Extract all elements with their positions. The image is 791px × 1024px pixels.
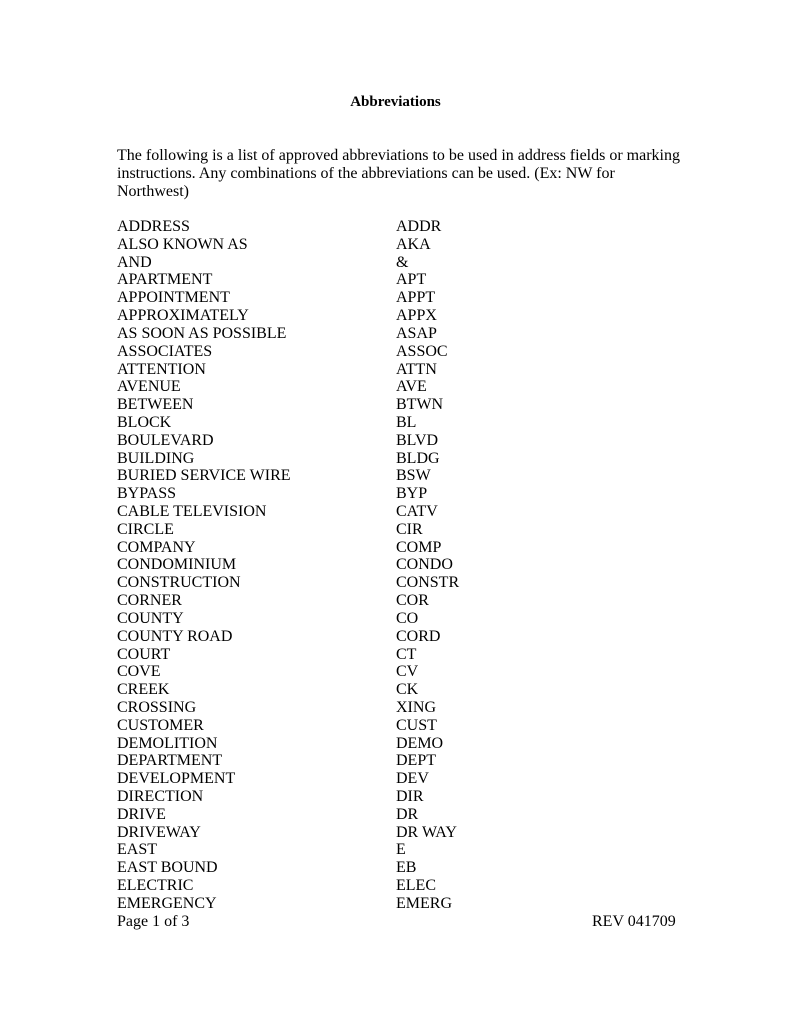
term: BETWEEN bbox=[117, 396, 194, 414]
page-title: Abbreviations bbox=[350, 94, 441, 110]
term: CORNER bbox=[117, 592, 182, 610]
abbreviation: CK bbox=[396, 681, 419, 699]
term: DEPARTMENT bbox=[117, 752, 223, 770]
term: COMPANY bbox=[117, 538, 196, 556]
term: DEVELOPMENT bbox=[117, 770, 236, 788]
term: CREEK bbox=[117, 681, 170, 699]
abbreviation: E bbox=[396, 841, 406, 859]
abbreviation: DEMO bbox=[396, 734, 444, 752]
abbreviation: EB bbox=[396, 859, 417, 877]
term: BOULEVARD bbox=[117, 431, 214, 449]
abbreviation: ASSOC bbox=[396, 342, 448, 360]
abbreviation: CUST bbox=[396, 716, 437, 734]
page-number: Page 1 of 3 bbox=[117, 913, 190, 930]
term: BLOCK bbox=[117, 413, 172, 431]
abbreviation: BLVD bbox=[396, 431, 439, 449]
abbreviation: ASAP bbox=[396, 324, 437, 342]
abbreviation: DEV bbox=[396, 770, 429, 788]
term: BYPASS bbox=[117, 485, 177, 503]
abbreviation: CO bbox=[396, 609, 419, 627]
term: APPROXIMATELY bbox=[117, 307, 249, 325]
abbreviation: BL bbox=[396, 413, 417, 431]
term: ALSO KNOWN AS bbox=[117, 235, 248, 253]
term: BURIED SERVICE WIRE bbox=[117, 467, 291, 485]
abbreviation: CORD bbox=[396, 627, 441, 645]
term: AVENUE bbox=[117, 378, 181, 396]
abbreviation: DR WAY bbox=[396, 823, 457, 841]
abbreviation: ELEC bbox=[396, 877, 436, 895]
term: EAST bbox=[117, 841, 157, 859]
term: ADDRESS bbox=[117, 218, 190, 235]
term: DRIVE bbox=[117, 805, 166, 823]
abbreviation: CONSTR bbox=[396, 574, 460, 592]
term: ELECTRIC bbox=[117, 877, 194, 895]
abbreviation: XING bbox=[396, 698, 436, 716]
term: DIRECTION bbox=[117, 788, 204, 805]
abbreviation: APPT bbox=[396, 289, 436, 307]
term: CONSTRUCTION bbox=[117, 574, 241, 592]
term: BUILDING bbox=[117, 449, 195, 467]
intro-paragraph: The following is a list of approved abbr… bbox=[117, 147, 680, 200]
abbreviation: AKA bbox=[396, 235, 431, 253]
abbreviation: BSW bbox=[396, 467, 431, 485]
abbreviation: CT bbox=[396, 645, 417, 663]
abbreviation: BYP bbox=[396, 485, 428, 503]
abbreviation: DEPT bbox=[396, 752, 436, 770]
abbreviation: CIR bbox=[396, 520, 423, 538]
abbreviation: AVE bbox=[396, 378, 427, 396]
term: DRIVEWAY bbox=[117, 823, 201, 841]
term: APARTMENT bbox=[117, 271, 213, 289]
revision-label: REV 041709 bbox=[592, 913, 676, 930]
term: COVE bbox=[117, 663, 161, 681]
term: EAST BOUND bbox=[117, 859, 218, 877]
term: CONDOMINIUM bbox=[117, 556, 237, 574]
term: CUSTOMER bbox=[117, 716, 204, 734]
term: CABLE TELEVISION bbox=[117, 503, 267, 520]
term: COURT bbox=[117, 645, 171, 663]
abbreviation: EMERG bbox=[396, 894, 452, 912]
term: APPOINTMENT bbox=[117, 289, 230, 307]
term: DEMOLITION bbox=[117, 734, 218, 752]
abbreviation: CONDO bbox=[396, 556, 453, 574]
term: COUNTY bbox=[117, 609, 184, 627]
term: ATTENTION bbox=[117, 360, 206, 378]
term: COUNTY ROAD bbox=[117, 627, 233, 645]
abbreviation: COR bbox=[396, 592, 429, 610]
abbreviation: APT bbox=[396, 271, 427, 289]
abbreviation: & bbox=[396, 253, 409, 271]
abbreviation: CV bbox=[396, 663, 419, 681]
term: ASSOCIATES bbox=[117, 342, 213, 360]
abbreviation: APPX bbox=[396, 307, 437, 325]
abbreviation: CATV bbox=[396, 503, 438, 520]
abbreviation: ADDR bbox=[396, 218, 442, 235]
term: CROSSING bbox=[117, 698, 197, 716]
term: AS SOON AS POSSIBLE bbox=[117, 324, 287, 342]
term: AND bbox=[117, 253, 152, 271]
abbreviation: BTWN bbox=[396, 396, 444, 414]
term: CIRCLE bbox=[117, 520, 174, 538]
abbreviation: ATTN bbox=[396, 360, 437, 378]
abbreviation: DR bbox=[396, 805, 419, 823]
abbreviation: BLDG bbox=[396, 449, 440, 467]
abbreviation: COMP bbox=[396, 538, 442, 556]
abbreviation: DIR bbox=[396, 788, 424, 805]
term: EMERGENCY bbox=[117, 894, 217, 912]
